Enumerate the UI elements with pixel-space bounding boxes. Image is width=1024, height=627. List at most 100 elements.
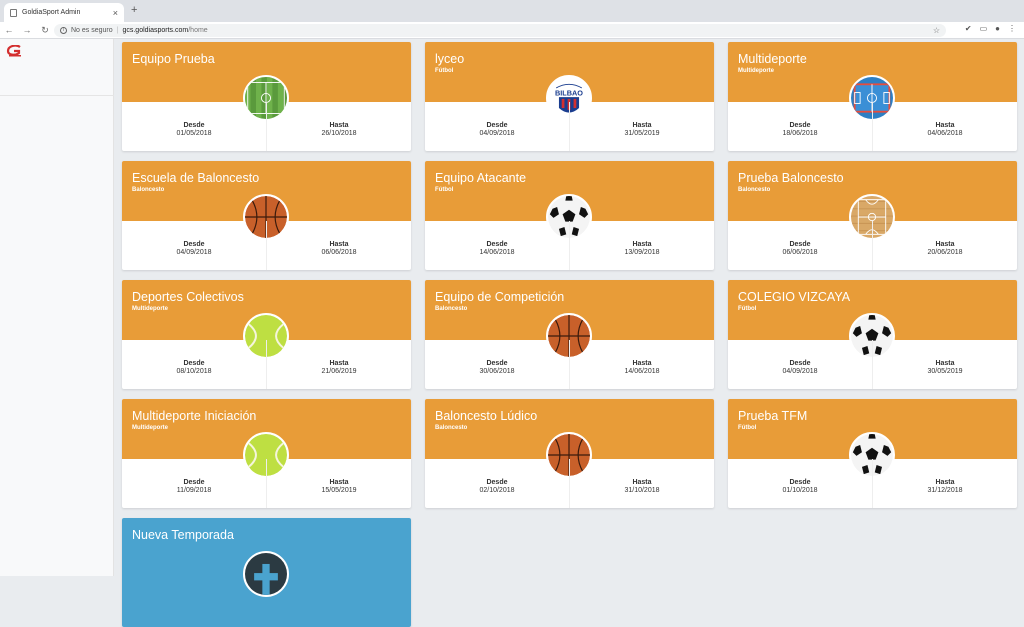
start-date: Desde 04/09/2018 [728,340,872,389]
card-sport: Baloncesto [132,187,165,193]
card-dates: Desde 02/10/2018 Hasta 31/10/2018 [425,459,714,508]
browser-tab[interactable]: GoldiaSport Admin × [4,3,124,22]
start-date-label: Desde [183,479,205,486]
end-date-label: Hasta [632,241,652,248]
address-bar[interactable]: i No es seguro | gcs.goldiasports.com /h… [54,24,946,37]
end-date-value: 31/10/2018 [624,487,660,494]
new-tab-icon[interactable]: + [131,4,137,16]
start-date-label: Desde [486,122,508,129]
end-date-value: 14/06/2018 [624,368,660,375]
end-date-label: Hasta [329,241,349,248]
url-path: /home [188,27,208,34]
start-date: Desde 01/05/2018 [122,102,266,151]
start-date-label: Desde [486,360,508,367]
end-date: Hasta 31/10/2018 [569,459,714,508]
card-title: Prueba Baloncesto [738,171,844,185]
start-date-value: 04/09/2018 [782,368,818,375]
start-date: Desde 30/06/2018 [425,340,569,389]
card-dates: Desde 04/09/2018 Hasta 31/05/2019 [425,102,714,151]
card-sport: Multideporte [132,306,168,312]
end-date-label: Hasta [632,360,652,367]
card-title: lyceo [435,52,465,66]
start-date: Desde 04/09/2018 [122,221,266,270]
start-date-value: 01/10/2018 [782,487,818,494]
start-date-value: 04/09/2018 [479,130,515,137]
browser-toolbar: ← → ↻ i No es seguro | gcs.goldiasports.… [0,22,1024,39]
close-icon[interactable]: × [113,8,118,18]
browser-tabstrip: GoldiaSport Admin × + [0,0,1024,22]
start-date-value: 18/06/2018 [782,130,818,137]
start-date: Desde 04/09/2018 [425,102,569,151]
card-dates: Desde 01/05/2018 Hasta 26/10/2018 [122,102,411,151]
end-date-value: 31/12/2018 [927,487,963,494]
card-title: COLEGIO VIZCAYA [738,290,851,304]
start-date: Desde 01/10/2018 [728,459,872,508]
card-dates: Desde 06/06/2018 Hasta 20/06/2018 [728,221,1017,270]
card-sport: Baloncesto [435,425,468,431]
start-date-value: 01/05/2018 [176,130,212,137]
card-dates: Desde 18/06/2018 Hasta 04/06/2018 [728,102,1017,151]
page-icon [10,8,17,17]
card-dates: Desde 30/06/2018 Hasta 14/06/2018 [425,340,714,389]
team-card[interactable]: COLEGIO VIZCAYA Fútbol Desde 04/09/2018 Hast… [728,280,1017,389]
card-dates: Desde 01/10/2018 Hasta 31/12/2018 [728,459,1017,508]
start-date: Desde 08/10/2018 [122,340,266,389]
end-date-value: 06/06/2018 [321,249,357,256]
team-card[interactable]: Equipo Atacante Fútbol Desde 14/06/2018 Hast… [425,161,714,270]
card-sport: Baloncesto [738,187,771,193]
team-card[interactable]: lyceo Fútbol BILBAO Desde 04/09/2018 Hasta 31/… [425,42,714,151]
card-dates: Desde 04/09/2018 Hasta 30/05/2019 [728,340,1017,389]
info-icon[interactable]: i [60,27,67,34]
end-date-label: Hasta [935,479,955,486]
team-card[interactable]: Equipo Prueba Desde 01/05/2018 Hasta 26/10/2… [122,42,411,151]
end-date: Hasta 20/06/2018 [872,221,1017,270]
extension-icon[interactable]: ✔ [965,24,972,33]
team-card[interactable]: Prueba TFM Fútbol Desde 01/10/2018 Hasta 31/1… [728,399,1017,508]
end-date: Hasta 13/09/2018 [569,221,714,270]
end-date-label: Hasta [632,122,652,129]
profile-icon[interactable]: ● [995,24,1000,33]
team-card[interactable]: Escuela de Baloncesto Baloncesto Desde 04/0… [122,161,411,270]
end-date-label: Hasta [329,122,349,129]
team-card[interactable]: Equipo de Competición Baloncesto Desde 30/0… [425,280,714,389]
start-date-value: 30/06/2018 [479,368,515,375]
extension-icons: ✔ ▭ ● ⋮ [965,24,1016,33]
end-date-label: Hasta [935,360,955,367]
card-sport: Multideporte [132,425,168,431]
end-date-value: 30/05/2019 [927,368,963,375]
end-date-value: 31/05/2019 [624,130,660,137]
cast-icon[interactable]: ▭ [980,24,988,33]
reload-icon[interactable]: ↻ [36,25,54,36]
card-title: Deportes Colectivos [132,290,244,304]
start-date: Desde 02/10/2018 [425,459,569,508]
team-card[interactable]: Multideporte Multideporte Desde 18/06/2018 H… [728,42,1017,151]
start-date-value: 14/06/2018 [479,249,515,256]
forward-icon[interactable]: → [18,25,36,35]
team-card[interactable]: Prueba Baloncesto Baloncesto Desde 06/06/20… [728,161,1017,270]
end-date: Hasta 06/06/2018 [266,221,411,270]
start-date: Desde 14/06/2018 [425,221,569,270]
team-card[interactable]: Nueva Temporada [122,518,411,627]
card-sport: Multideporte [738,68,774,74]
back-icon[interactable]: ← [0,25,18,35]
card-dates: Desde 11/09/2018 Hasta 15/05/2019 [122,459,411,508]
team-card[interactable]: Baloncesto Lúdico Baloncesto Desde 02/10/20… [425,399,714,508]
card-sport: Fútbol [435,68,454,74]
card-title: Equipo Atacante [435,171,527,185]
start-date-value: 11/09/2018 [176,487,212,494]
bookmark-star-icon[interactable]: ☆ [933,26,940,35]
start-date-value: 04/09/2018 [176,249,212,256]
goldiasport-logo[interactable] [6,45,24,57]
team-card[interactable]: Multideporte Iniciación Multideporte Desde… [122,399,411,508]
end-date: Hasta 15/05/2019 [266,459,411,508]
start-date-label: Desde [789,122,811,129]
start-date: Desde 11/09/2018 [122,459,266,508]
team-card[interactable]: Deportes Colectivos Multideporte Desde 08/1… [122,280,411,389]
tab-title: GoldiaSport Admin [22,9,81,16]
start-date-label: Desde [486,241,508,248]
end-date-value: 21/06/2019 [321,368,357,375]
end-date: Hasta 21/06/2019 [266,340,411,389]
card-title: Equipo de Competición [435,290,565,304]
menu-icon[interactable]: ⋮ [1008,24,1016,33]
end-date-label: Hasta [329,360,349,367]
